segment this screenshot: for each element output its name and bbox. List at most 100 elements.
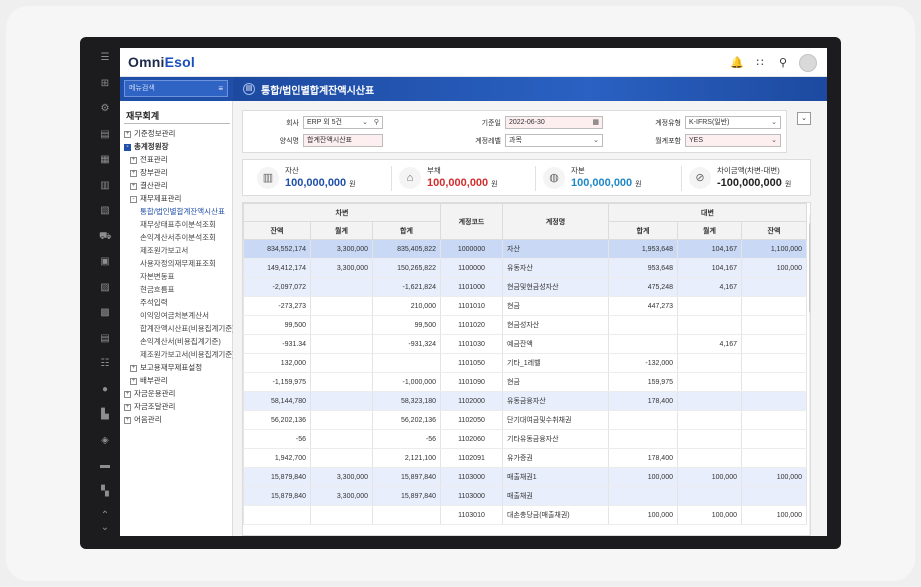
cube-icon[interactable]: ◈ — [99, 435, 111, 447]
network-icon[interactable]: ⊞ — [99, 78, 111, 90]
collapse-icon[interactable]: - — [124, 143, 131, 151]
table-row[interactable]: 1103010 대손충당금(매출채권) 100,000 100,000 100,000 — [243, 505, 807, 525]
sidebar-item[interactable]: + 자금운용관리 — [124, 387, 232, 400]
menu-icon[interactable]: ☰ — [99, 52, 111, 64]
credit-total-header[interactable]: 합계 — [608, 221, 678, 240]
monthly-include-select[interactable]: YES ⌄ — [685, 134, 781, 147]
table-row[interactable]: 58,144,780 58,323,180 1102000 유동금융자산 178,400 — [243, 391, 807, 411]
truck-icon[interactable]: ⛟ — [99, 231, 112, 243]
account-name-header[interactable]: 계정명 — [502, 203, 609, 240]
expand-icon[interactable]: + — [124, 390, 131, 398]
table-row[interactable]: 149,412,174 3,300,000 150,265,822 1100000 유동… — [243, 258, 807, 278]
sidebar-item[interactable]: 합계잔액시산표(비용집계기준) — [124, 322, 235, 335]
table-row[interactable]: -2,097,072 -1,621,824 1101000 현금및현금성자산 475,2… — [243, 277, 807, 297]
office-icon[interactable]: ▚ — [99, 486, 111, 498]
cell-code: 1102091 — [440, 448, 503, 468]
report-icon[interactable]: ▧ — [99, 205, 111, 217]
credit-balance-header[interactable]: 잔액 — [741, 221, 807, 240]
factory-icon[interactable]: ▙ — [99, 409, 111, 421]
building-icon[interactable]: ▨ — [99, 282, 111, 294]
table-row[interactable]: 132,000 1101050 기타_1레벨 -132,000 — [243, 353, 807, 373]
chevron-down-icon: ⌄ — [593, 137, 599, 144]
form-name-input[interactable]: 합계잔액시산표 — [303, 134, 383, 147]
sidebar-item[interactable]: + 장부관리 — [124, 166, 232, 179]
filter-search-icon[interactable]: ≡ — [218, 81, 223, 96]
ledger-icon[interactable]: ▤ — [99, 333, 111, 345]
expand-icon[interactable]: + — [130, 182, 137, 190]
search-icon[interactable]: ⚲ — [374, 117, 379, 128]
sidebar-item[interactable]: 손익계산서추이분석조회 — [124, 231, 232, 244]
search-icon[interactable]: ⚲ — [776, 56, 790, 70]
base-date-input[interactable]: 2022-06-30 ▦ — [505, 116, 603, 129]
user-avatar[interactable] — [799, 54, 817, 72]
icon-rail: ☰ ⊞ ⚙ ▤ ▦ ▥ ▧ ⛟ ▣ ▨ ▩ ▤ ☷ ● ▙ ◈ ▬ ▚ ⌃ ⌄ — [90, 48, 120, 536]
document-icon[interactable]: ▤ — [99, 129, 111, 141]
sidebar-item[interactable]: - 총계정원장 — [124, 140, 232, 153]
table-row[interactable]: 1,942,700 2,121,100 1102091 유가증권 178,400 — [243, 448, 807, 468]
calendar-icon[interactable]: ▦ — [592, 117, 599, 128]
collapse-icon[interactable]: - — [130, 195, 137, 203]
sidebar-item[interactable]: 통합/법인별합계잔액시산표 — [124, 205, 232, 218]
credit-monthly-header[interactable]: 월계 — [677, 221, 742, 240]
cell-d-sum: 15,897,840 — [372, 486, 441, 506]
sidebar-item[interactable]: 사용자정의재무제표조회 — [124, 257, 232, 270]
chevron-down-icon[interactable]: ⌄ — [99, 522, 111, 534]
table-row[interactable]: -273,273 210,000 1101010 현금 447,273 — [243, 296, 807, 316]
menu-search-input[interactable]: 메뉴검색 ≡ — [124, 80, 228, 97]
table-row[interactable]: -931.34 -931,324 1101030 예금잔액 4,167 — [243, 334, 807, 354]
sidebar-item[interactable]: + 보고용재무제표설정 — [124, 361, 232, 374]
invoice-icon[interactable]: ▥ — [99, 180, 111, 192]
briefcase-icon[interactable]: ▬ — [99, 460, 111, 472]
gear-icon[interactable]: ⚙ — [99, 103, 111, 115]
table-row[interactable]: 834,552,174 3,300,000 835,405,822 1000000 자산… — [243, 239, 807, 259]
table-row[interactable]: -56 -56 1102060 기타유동금융자산 — [243, 429, 807, 449]
chevron-up-icon[interactable]: ⌃ — [99, 510, 111, 522]
sidebar-item[interactable]: 현금흐름표 — [124, 283, 232, 296]
person-icon[interactable]: ● — [99, 384, 111, 396]
archive-icon[interactable]: ▩ — [99, 307, 111, 319]
sidebar-item[interactable]: 제조원가보고서(비용집계기준) — [124, 348, 235, 361]
grid-scrollbar[interactable] — [809, 215, 810, 535]
table-row[interactable]: -1,159,975 -1,000,000 1101090 현금 159,975 — [243, 372, 807, 392]
debit-total-header[interactable]: 합계 — [372, 221, 441, 240]
table-row[interactable]: 15,879,840 3,300,000 15,897,840 1103000 매출채권… — [243, 467, 807, 487]
app-logo[interactable]: OmniEsol — [128, 54, 195, 70]
sidebar-item[interactable]: 자본변동표 — [124, 270, 232, 283]
account-code-header[interactable]: 계정코드 — [440, 203, 503, 240]
cell-code: 1102050 — [440, 410, 503, 430]
sidebar-item[interactable]: 손익계산서(비용집계기준) — [124, 335, 232, 348]
debit-balance-header[interactable]: 잔액 — [243, 221, 311, 240]
expand-icon[interactable]: + — [130, 377, 137, 385]
sidebar-item[interactable]: + 배부관리 — [124, 374, 232, 387]
sidebar-item[interactable]: + 기준정보관리 — [124, 127, 232, 140]
bell-icon[interactable]: 🔔 — [730, 56, 744, 70]
company-select[interactable]: ERP 외 5건 ⌄ ⚲ — [303, 116, 383, 129]
account-type-select[interactable]: K-IFRS(일반) ⌄ — [685, 116, 781, 129]
expand-icon[interactable]: + — [124, 403, 131, 411]
sidebar-item[interactable]: + 어음관리 — [124, 413, 232, 426]
sidebar-item[interactable]: - 재무제표관리 — [124, 192, 232, 205]
table-row[interactable]: 99,500 99,500 1101020 현금성자산 — [243, 315, 807, 335]
expand-icon[interactable]: + — [124, 130, 131, 138]
sidebar-item[interactable]: 재무상태표추이분석조회 — [124, 218, 232, 231]
sidebar-item[interactable]: 이익잉여금처분계산서 — [124, 309, 232, 322]
debit-monthly-header[interactable]: 월계 — [310, 221, 373, 240]
sidebar-item[interactable]: 제조원가보고서 — [124, 244, 232, 257]
sidebar-item[interactable]: + 자금조달관리 — [124, 400, 232, 413]
table-row[interactable]: 56,202,136 56,202,136 1102050 단기대여금및수취채권 — [243, 410, 807, 430]
expand-icon[interactable]: + — [124, 416, 131, 424]
box-icon[interactable]: ▣ — [99, 256, 111, 268]
sidebar-item[interactable]: 주석입력 — [124, 296, 232, 309]
list-icon[interactable]: ☷ — [99, 358, 111, 370]
grid-scrollbar-thumb[interactable] — [809, 223, 810, 313]
expand-icon[interactable]: + — [130, 364, 137, 372]
sidebar-item[interactable]: + 결산관리 — [124, 179, 232, 192]
expand-icon[interactable]: + — [130, 169, 137, 177]
calculator-icon[interactable]: ▦ — [99, 154, 111, 166]
expand-icon[interactable]: + — [130, 156, 137, 164]
sidebar-item[interactable]: + 전표관리 — [124, 153, 232, 166]
table-row[interactable]: 15,879,840 3,300,000 15,897,840 1103000 매출채권 — [243, 486, 807, 506]
apps-grid-icon[interactable]: ∷ — [753, 56, 767, 70]
account-level-select[interactable]: 과목 ⌄ — [505, 134, 603, 147]
expand-filter-button[interactable]: ⌄ — [797, 112, 811, 125]
